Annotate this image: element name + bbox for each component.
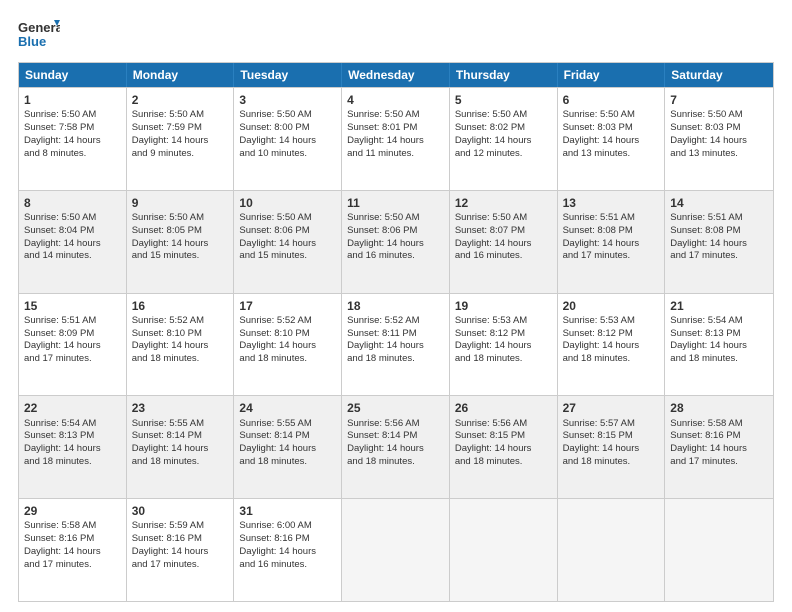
- cell-dec-26: 26 Sunrise: 5:56 AMSunset: 8:15 PMDaylig…: [450, 396, 558, 498]
- cell-dec-22: 22 Sunrise: 5:54 AMSunset: 8:13 PMDaylig…: [19, 396, 127, 498]
- col-saturday: Saturday: [665, 63, 773, 87]
- cell-dec-18: 18 Sunrise: 5:52 AMSunset: 8:11 PMDaylig…: [342, 294, 450, 396]
- cell-dec-21: 21 Sunrise: 5:54 AMSunset: 8:13 PMDaylig…: [665, 294, 773, 396]
- svg-text:General: General: [18, 20, 60, 35]
- cell-dec-20: 20 Sunrise: 5:53 AMSunset: 8:12 PMDaylig…: [558, 294, 666, 396]
- cell-empty-4: [342, 499, 450, 601]
- cell-dec-2: 2 Sunrise: 5:50 AMSunset: 7:59 PMDayligh…: [127, 88, 235, 190]
- cell-empty-5: [450, 499, 558, 601]
- cell-dec-14: 14 Sunrise: 5:51 AMSunset: 8:08 PMDaylig…: [665, 191, 773, 293]
- cell-dec-27: 27 Sunrise: 5:57 AMSunset: 8:15 PMDaylig…: [558, 396, 666, 498]
- cell-dec-12: 12 Sunrise: 5:50 AMSunset: 8:07 PMDaylig…: [450, 191, 558, 293]
- week-5: 29 Sunrise: 5:58 AMSunset: 8:16 PMDaylig…: [19, 498, 773, 601]
- cell-dec-13: 13 Sunrise: 5:51 AMSunset: 8:08 PMDaylig…: [558, 191, 666, 293]
- cell-dec-25: 25 Sunrise: 5:56 AMSunset: 8:14 PMDaylig…: [342, 396, 450, 498]
- logo-svg: General Blue: [18, 18, 60, 54]
- cell-dec-11: 11 Sunrise: 5:50 AMSunset: 8:06 PMDaylig…: [342, 191, 450, 293]
- cell-empty-6: [558, 499, 666, 601]
- cell-dec-4: 4 Sunrise: 5:50 AMSunset: 8:01 PMDayligh…: [342, 88, 450, 190]
- cell-dec-8: 8 Sunrise: 5:50 AMSunset: 8:04 PMDayligh…: [19, 191, 127, 293]
- logo: General Blue: [18, 18, 60, 54]
- cell-dec-15: 15 Sunrise: 5:51 AMSunset: 8:09 PMDaylig…: [19, 294, 127, 396]
- svg-text:Blue: Blue: [18, 34, 46, 49]
- cell-dec-31: 31 Sunrise: 6:00 AMSunset: 8:16 PMDaylig…: [234, 499, 342, 601]
- calendar-body: 1 Sunrise: 5:50 AMSunset: 7:58 PMDayligh…: [19, 87, 773, 601]
- week-3: 15 Sunrise: 5:51 AMSunset: 8:09 PMDaylig…: [19, 293, 773, 396]
- page: General Blue Sunday Monday Tuesday Wedne…: [0, 0, 792, 612]
- week-1: 1 Sunrise: 5:50 AMSunset: 7:58 PMDayligh…: [19, 87, 773, 190]
- cell-empty-7: [665, 499, 773, 601]
- cell-dec-16: 16 Sunrise: 5:52 AMSunset: 8:10 PMDaylig…: [127, 294, 235, 396]
- cell-dec-28: 28 Sunrise: 5:58 AMSunset: 8:16 PMDaylig…: [665, 396, 773, 498]
- cell-dec-29: 29 Sunrise: 5:58 AMSunset: 8:16 PMDaylig…: [19, 499, 127, 601]
- cell-dec-10: 10 Sunrise: 5:50 AMSunset: 8:06 PMDaylig…: [234, 191, 342, 293]
- cell-dec-5: 5 Sunrise: 5:50 AMSunset: 8:02 PMDayligh…: [450, 88, 558, 190]
- week-2: 8 Sunrise: 5:50 AMSunset: 8:04 PMDayligh…: [19, 190, 773, 293]
- cell-dec-23: 23 Sunrise: 5:55 AMSunset: 8:14 PMDaylig…: [127, 396, 235, 498]
- cell-dec-3: 3 Sunrise: 5:50 AMSunset: 8:00 PMDayligh…: [234, 88, 342, 190]
- col-monday: Monday: [127, 63, 235, 87]
- cell-dec-1: 1 Sunrise: 5:50 AMSunset: 7:58 PMDayligh…: [19, 88, 127, 190]
- cell-dec-17: 17 Sunrise: 5:52 AMSunset: 8:10 PMDaylig…: [234, 294, 342, 396]
- cell-dec-9: 9 Sunrise: 5:50 AMSunset: 8:05 PMDayligh…: [127, 191, 235, 293]
- calendar-header: Sunday Monday Tuesday Wednesday Thursday…: [19, 63, 773, 87]
- cell-dec-6: 6 Sunrise: 5:50 AMSunset: 8:03 PMDayligh…: [558, 88, 666, 190]
- cell-dec-30: 30 Sunrise: 5:59 AMSunset: 8:16 PMDaylig…: [127, 499, 235, 601]
- col-tuesday: Tuesday: [234, 63, 342, 87]
- week-4: 22 Sunrise: 5:54 AMSunset: 8:13 PMDaylig…: [19, 395, 773, 498]
- cell-dec-7: 7 Sunrise: 5:50 AMSunset: 8:03 PMDayligh…: [665, 88, 773, 190]
- col-sunday: Sunday: [19, 63, 127, 87]
- header: General Blue: [18, 18, 774, 54]
- col-wednesday: Wednesday: [342, 63, 450, 87]
- col-thursday: Thursday: [450, 63, 558, 87]
- cell-dec-19: 19 Sunrise: 5:53 AMSunset: 8:12 PMDaylig…: [450, 294, 558, 396]
- col-friday: Friday: [558, 63, 666, 87]
- calendar: Sunday Monday Tuesday Wednesday Thursday…: [18, 62, 774, 602]
- cell-dec-24: 24 Sunrise: 5:55 AMSunset: 8:14 PMDaylig…: [234, 396, 342, 498]
